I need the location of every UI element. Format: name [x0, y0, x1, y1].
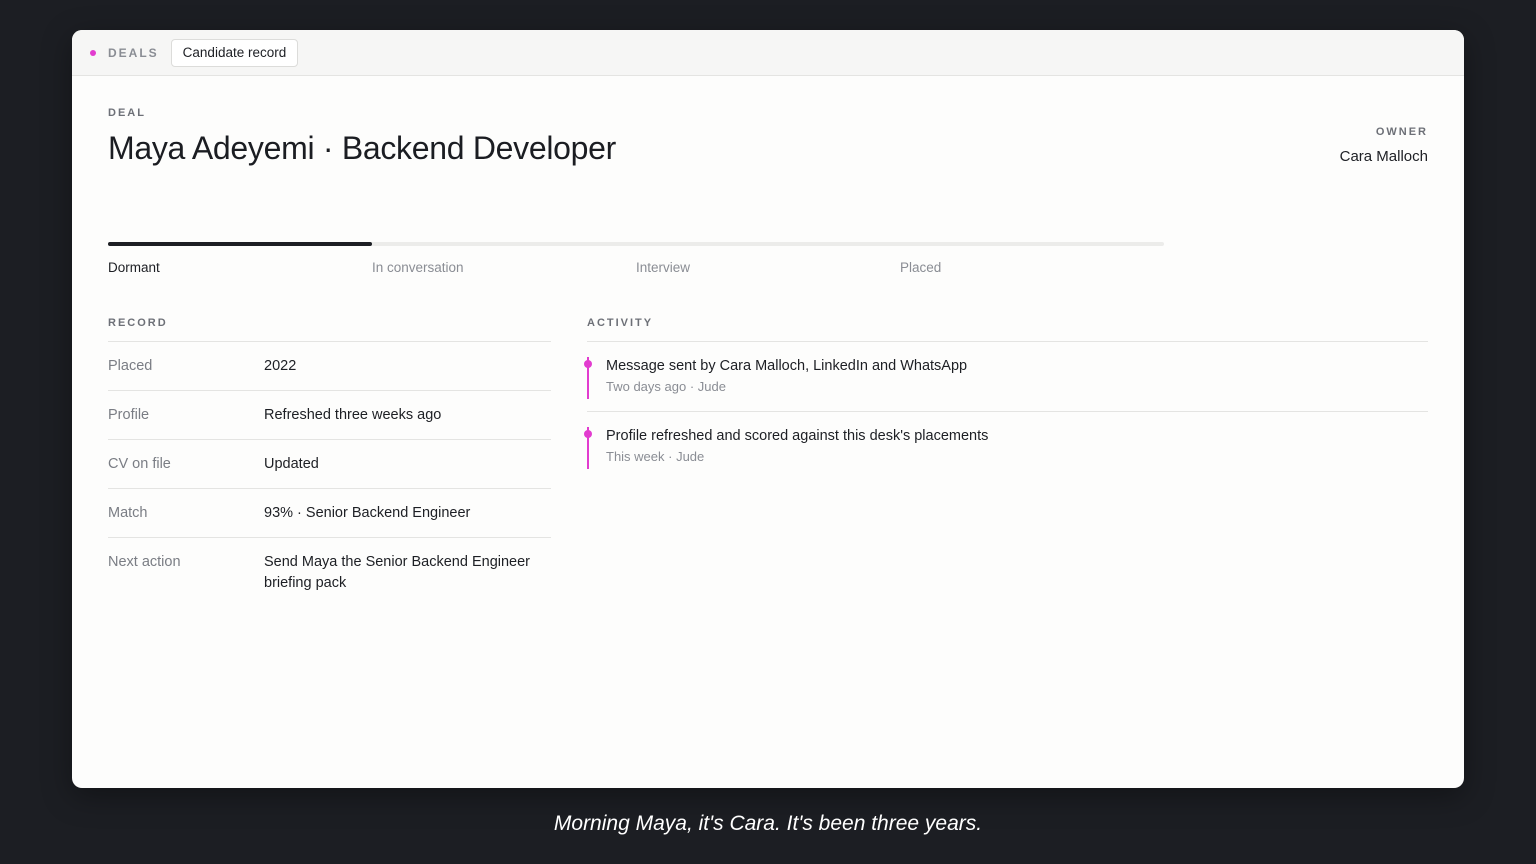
owner-name[interactable]: Cara Malloch — [1340, 148, 1428, 165]
record-heading: RECORD — [108, 317, 168, 329]
activity-heading: ACTIVITY — [587, 317, 654, 329]
stage-placed[interactable]: Placed — [900, 260, 1164, 275]
record-rows: Placed 2022 Profile Refreshed three week… — [108, 341, 551, 607]
caption-subtitle: Morning Maya, it's Cara. It's been three… — [553, 812, 983, 835]
brand-dot-icon — [90, 49, 96, 56]
activity-meta: Two days ago · Jude — [606, 379, 726, 394]
record-value: Send Maya the Senior Backend Engineer br… — [264, 554, 531, 591]
activity-section: ACTIVITY Message sent by Cara Malloch, L… — [584, 317, 1428, 482]
activity-title: Message sent by Cara Malloch, LinkedIn a… — [606, 358, 968, 374]
record-row-match: Match 93% · Senior Backend Engineer — [108, 489, 551, 538]
activity-list: Message sent by Cara Malloch, LinkedIn a… — [584, 341, 1428, 482]
deal-window: DEALS Candidate record DEAL Maya Adeyemi… — [72, 30, 1464, 788]
page-title: Maya Adeyemi · Backend Developer — [108, 130, 616, 166]
record-key: Next action — [108, 554, 181, 570]
record-key: Placed — [108, 358, 153, 374]
timeline-dot-icon — [584, 430, 592, 438]
stage-fill — [108, 242, 372, 246]
record-value: Updated — [264, 456, 319, 472]
owner-block: OWNER Cara Malloch — [1340, 126, 1428, 165]
stage-dormant[interactable]: Dormant — [108, 260, 372, 275]
top-bar: DEALS Candidate record — [72, 30, 1464, 76]
activity-item[interactable]: Message sent by Cara Malloch, LinkedIn a… — [584, 342, 1428, 412]
owner-label: OWNER — [1375, 126, 1428, 138]
activity-meta: This week · Jude — [606, 449, 705, 464]
record-row-cv: CV on file Updated — [108, 440, 551, 489]
activity-item[interactable]: Profile refreshed and scored against thi… — [584, 412, 1428, 482]
record-row-placed: Placed 2022 — [108, 342, 551, 391]
brand-label: DEALS — [108, 45, 159, 60]
activity-title: Profile refreshed and scored against thi… — [606, 428, 989, 444]
tab-candidate-record[interactable]: Candidate record — [170, 38, 299, 67]
timeline-dot-icon — [584, 360, 592, 368]
record-section: RECORD Placed 2022 Profile Refreshed thr… — [108, 317, 551, 607]
stage-interview[interactable]: Interview — [636, 260, 900, 275]
record-value: 2022 — [264, 358, 297, 374]
record-key: CV on file — [108, 456, 171, 472]
record-value: 93% · Senior Backend Engineer — [264, 505, 471, 521]
record-value: Refreshed three weeks ago — [264, 407, 442, 423]
stage-labels: Dormant In conversation Interview Placed — [108, 260, 1164, 275]
stage-in-conversation[interactable]: In conversation — [372, 260, 636, 275]
stage-progress: Dormant In conversation Interview Placed — [108, 242, 1164, 275]
deal-eyebrow: DEAL — [108, 107, 146, 119]
record-key: Match — [108, 505, 148, 521]
stage-track — [108, 242, 1164, 246]
record-row-next-action: Next action Send Maya the Senior Backend… — [108, 538, 551, 607]
record-key: Profile — [108, 407, 150, 423]
record-row-profile: Profile Refreshed three weeks ago — [108, 391, 551, 440]
